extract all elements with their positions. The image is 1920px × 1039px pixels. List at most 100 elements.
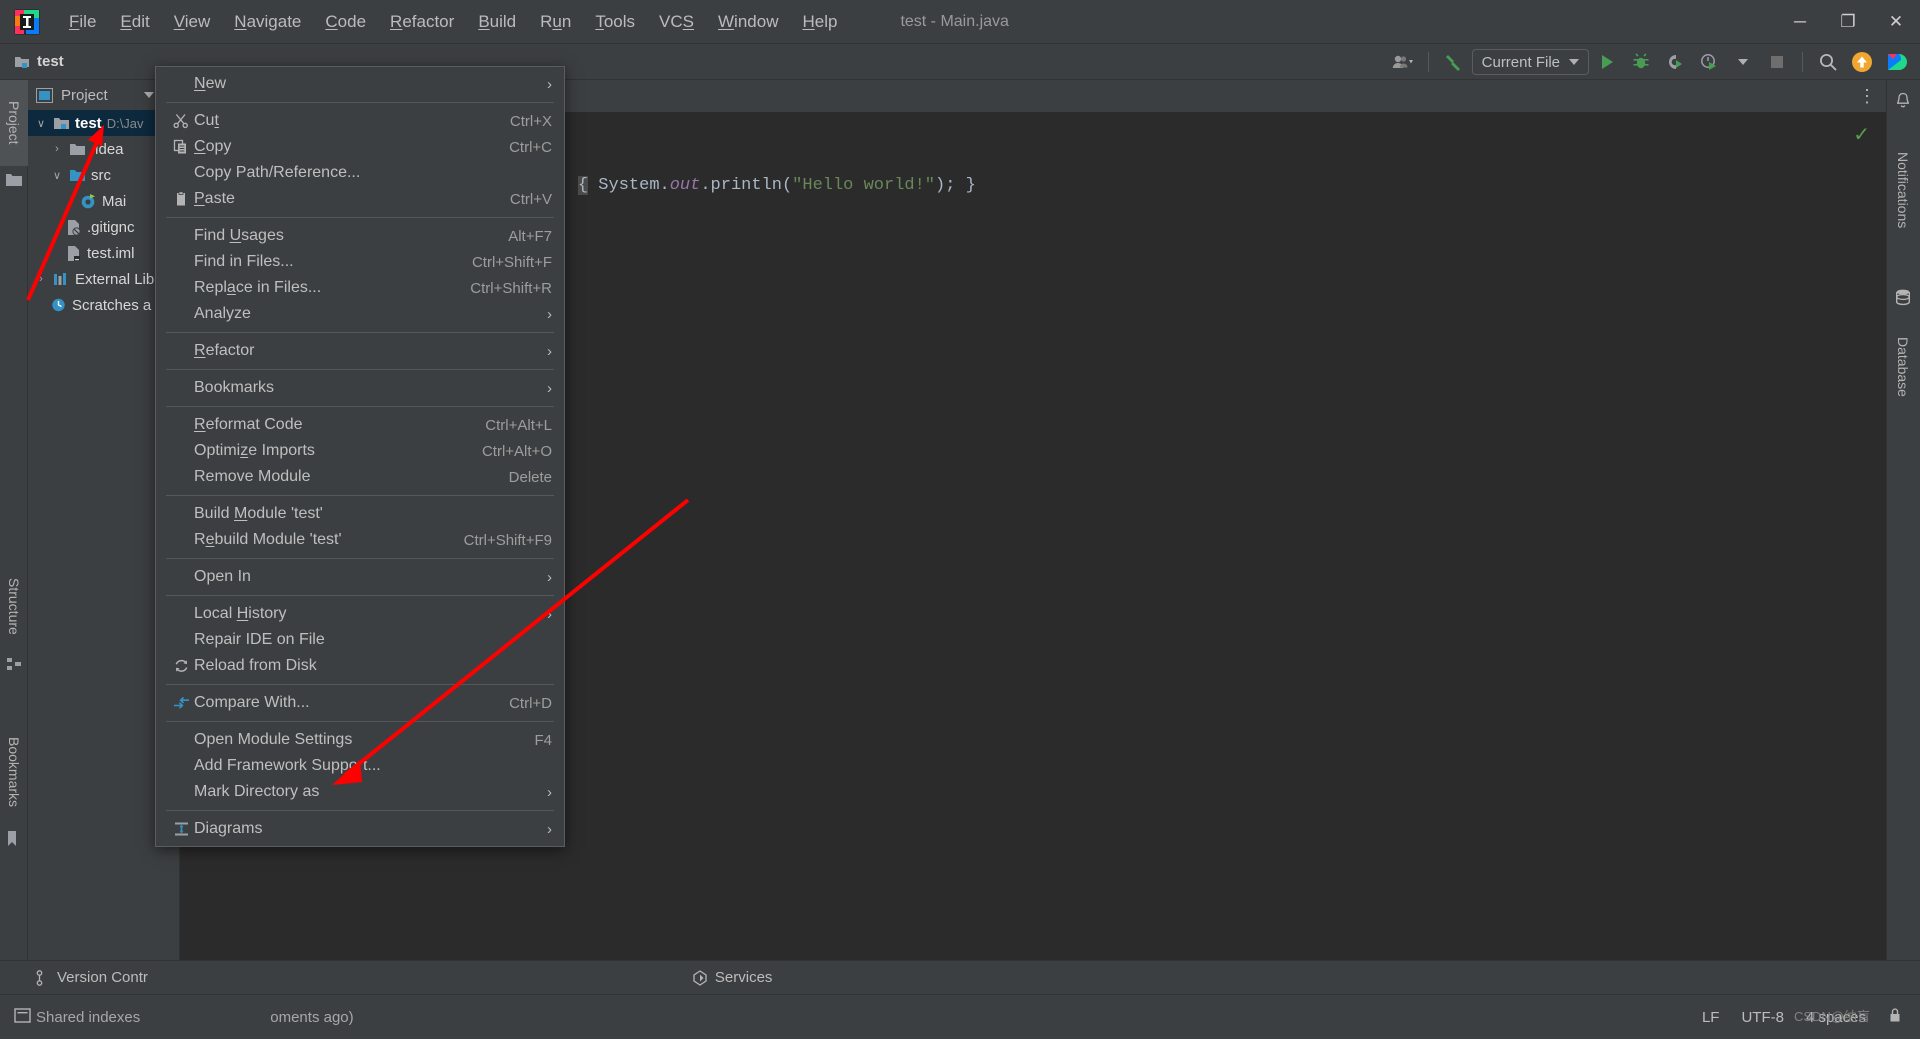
line-separator-indicator[interactable]: LF bbox=[1702, 1009, 1720, 1026]
lock-icon[interactable] bbox=[1888, 1007, 1902, 1027]
bookmark-icon[interactable] bbox=[5, 830, 23, 848]
menu-edit[interactable]: Edit bbox=[109, 8, 160, 36]
code-token-string-literal: "Hello world!" bbox=[792, 176, 935, 195]
user-group-icon[interactable] bbox=[1387, 47, 1419, 77]
context-menu-item-shortcut: Ctrl+C bbox=[509, 139, 552, 156]
context-menu-item-copy-path-reference[interactable]: Copy Path/Reference... bbox=[156, 160, 564, 186]
context-menu-item-bookmarks[interactable]: Bookmarks › bbox=[156, 375, 564, 401]
window-controls[interactable]: ─ ❐ ✕ bbox=[1776, 0, 1920, 44]
context-menu-item-reformat-code[interactable]: Reformat Code Ctrl+Alt+L bbox=[156, 412, 564, 438]
context-menu-item-remove-module[interactable]: Remove Module Delete bbox=[156, 464, 564, 490]
chevron-right-icon[interactable]: › bbox=[34, 273, 48, 285]
minimize-button[interactable]: ─ bbox=[1776, 0, 1824, 44]
chevron-expanded-icon[interactable]: ∨ bbox=[34, 117, 48, 130]
context-menu-item-diagrams[interactable]: Diagrams › bbox=[156, 816, 564, 842]
notifications-bell-icon[interactable] bbox=[1894, 92, 1912, 110]
context-menu-item-add-framework-support[interactable]: Add Framework Support... bbox=[156, 753, 564, 779]
context-menu-item-find-usages[interactable]: Find Usages Alt+F7 bbox=[156, 223, 564, 249]
context-menu-item-local-history[interactable]: Local History › bbox=[156, 601, 564, 627]
search-everywhere-icon[interactable] bbox=[1812, 47, 1844, 77]
context-menu-item-build-module[interactable]: Build Module 'test' bbox=[156, 501, 564, 527]
ide-feedback-icon[interactable] bbox=[1880, 47, 1912, 77]
chevron-down-icon[interactable] bbox=[144, 92, 154, 98]
menu-tools[interactable]: Tools bbox=[584, 8, 646, 36]
context-menu-item-mark-directory-as[interactable]: Mark Directory as › bbox=[156, 779, 564, 805]
context-menu-item-rebuild-module[interactable]: Rebuild Module 'test' Ctrl+Shift+F9 bbox=[156, 527, 564, 553]
bottom-item-services[interactable]: Services bbox=[692, 969, 773, 986]
window-title: test - Main.java bbox=[900, 13, 1008, 31]
context-menu-item-refactor[interactable]: Refactor › bbox=[156, 338, 564, 364]
menu-refactor[interactable]: Refactor bbox=[379, 8, 465, 36]
menu-file[interactable]: File bbox=[58, 8, 107, 36]
menu-navigate[interactable]: Navigate bbox=[223, 8, 312, 36]
more-vertical-icon[interactable]: ⋮ bbox=[1858, 90, 1876, 102]
debug-icon[interactable] bbox=[1625, 47, 1657, 77]
context-menu-item-open-module-settings[interactable]: Open Module Settings F4 bbox=[156, 727, 564, 753]
project-files-icon[interactable] bbox=[5, 172, 23, 190]
stop-icon[interactable] bbox=[1761, 47, 1793, 77]
toolbar-right-group: Current File bbox=[1387, 44, 1912, 80]
sidebar-item-project[interactable]: Project bbox=[0, 80, 28, 166]
sidebar-item-notifications[interactable]: Notifications bbox=[1886, 120, 1920, 260]
context-menu-item-copy[interactable]: Copy Ctrl+C bbox=[156, 134, 564, 160]
menu-build[interactable]: Build bbox=[467, 8, 527, 36]
close-button[interactable]: ✕ bbox=[1872, 0, 1920, 44]
menu-run[interactable]: Run bbox=[529, 8, 582, 36]
structure-icon[interactable] bbox=[5, 656, 23, 674]
right-tool-strip: Notifications Database bbox=[1886, 80, 1920, 960]
chevron-right-icon: › bbox=[547, 821, 552, 838]
context-menu-item-shortcut: F4 bbox=[534, 732, 552, 749]
menu-help[interactable]: Help bbox=[791, 8, 848, 36]
context-menu-item-cut[interactable]: Cut Ctrl+X bbox=[156, 108, 564, 134]
menu-window[interactable]: Window bbox=[707, 8, 789, 36]
update-project-icon[interactable] bbox=[1846, 47, 1878, 77]
context-menu-item-new[interactable]: New › bbox=[156, 71, 564, 97]
bottom-item-version-control[interactable]: Version Contr bbox=[36, 969, 148, 986]
context-menu-item-paste[interactable]: Paste Ctrl+V bbox=[156, 186, 564, 212]
intellij-logo-icon bbox=[14, 9, 40, 35]
sidebar-item-bookmarks[interactable]: Bookmarks bbox=[0, 720, 28, 824]
menu-vcs[interactable]: VCS bbox=[648, 8, 705, 36]
context-menu-item-analyze[interactable]: Analyze › bbox=[156, 301, 564, 327]
context-menu-item-open-in[interactable]: Open In › bbox=[156, 564, 564, 590]
context-menu-item-find-in-files[interactable]: Find in Files... Ctrl+Shift+F bbox=[156, 249, 564, 275]
sidebar-item-database[interactable]: Database bbox=[1886, 312, 1920, 422]
context-menu-item-label: Optimize Imports bbox=[194, 442, 466, 460]
scissors-icon bbox=[168, 113, 194, 129]
left-tool-strip: Project Structure Bookmarks bbox=[0, 80, 28, 1039]
context-menu-item-label: Find in Files... bbox=[194, 253, 456, 271]
context-menu-item-reload-from-disk[interactable]: Reload from Disk bbox=[156, 653, 564, 679]
menu-separator bbox=[166, 810, 554, 811]
context-menu-item-shortcut: Ctrl+V bbox=[510, 191, 552, 208]
menu-code[interactable]: Code bbox=[314, 8, 377, 36]
java-class-icon bbox=[80, 193, 97, 210]
context-menu-item-repair-ide-on-file[interactable]: Repair IDE on File bbox=[156, 627, 564, 653]
chevron-right-icon[interactable]: › bbox=[50, 143, 64, 155]
menu-bar[interactable]: File Edit View Navigate Code Refactor Bu… bbox=[58, 8, 848, 36]
menu-view[interactable]: View bbox=[163, 8, 222, 36]
context-menu-item-replace-in-files[interactable]: Replace in Files... Ctrl+Shift+R bbox=[156, 275, 564, 301]
build-hammer-icon[interactable] bbox=[1438, 47, 1470, 77]
context-menu-item-shortcut: Ctrl+D bbox=[509, 695, 552, 712]
inspection-status-icon[interactable]: ✓ bbox=[1853, 122, 1870, 147]
profiler-icon[interactable] bbox=[1693, 47, 1725, 77]
project-panel-title: Project bbox=[61, 87, 108, 104]
run-configuration-selector[interactable]: Current File bbox=[1472, 49, 1589, 75]
toolbar-separator-2 bbox=[1802, 52, 1803, 72]
context-menu-item-optimize-imports[interactable]: Optimize Imports Ctrl+Alt+O bbox=[156, 438, 564, 464]
encoding-indicator[interactable]: UTF-8 bbox=[1741, 1009, 1784, 1026]
context-menu[interactable]: New › Cut Ctrl+X bbox=[155, 66, 565, 847]
scratches-icon bbox=[50, 297, 67, 313]
run-icon[interactable] bbox=[1591, 47, 1623, 77]
breadcrumb[interactable]: test bbox=[14, 53, 64, 70]
profiler-dropdown-icon[interactable] bbox=[1727, 47, 1759, 77]
sidebar-item-structure[interactable]: Structure bbox=[0, 560, 28, 652]
context-menu-item-label: Rebuild Module 'test' bbox=[194, 531, 448, 549]
shared-indexes-label[interactable]: Shared indexes bbox=[36, 1009, 140, 1026]
context-menu-item-compare-with[interactable]: Compare With... Ctrl+D bbox=[156, 690, 564, 716]
chevron-expanded-icon[interactable]: ∨ bbox=[50, 169, 64, 182]
database-icon[interactable] bbox=[1894, 288, 1912, 306]
run-with-coverage-icon[interactable] bbox=[1659, 47, 1691, 77]
maximize-button[interactable]: ❐ bbox=[1824, 0, 1872, 44]
chevron-right-icon: › bbox=[547, 380, 552, 397]
